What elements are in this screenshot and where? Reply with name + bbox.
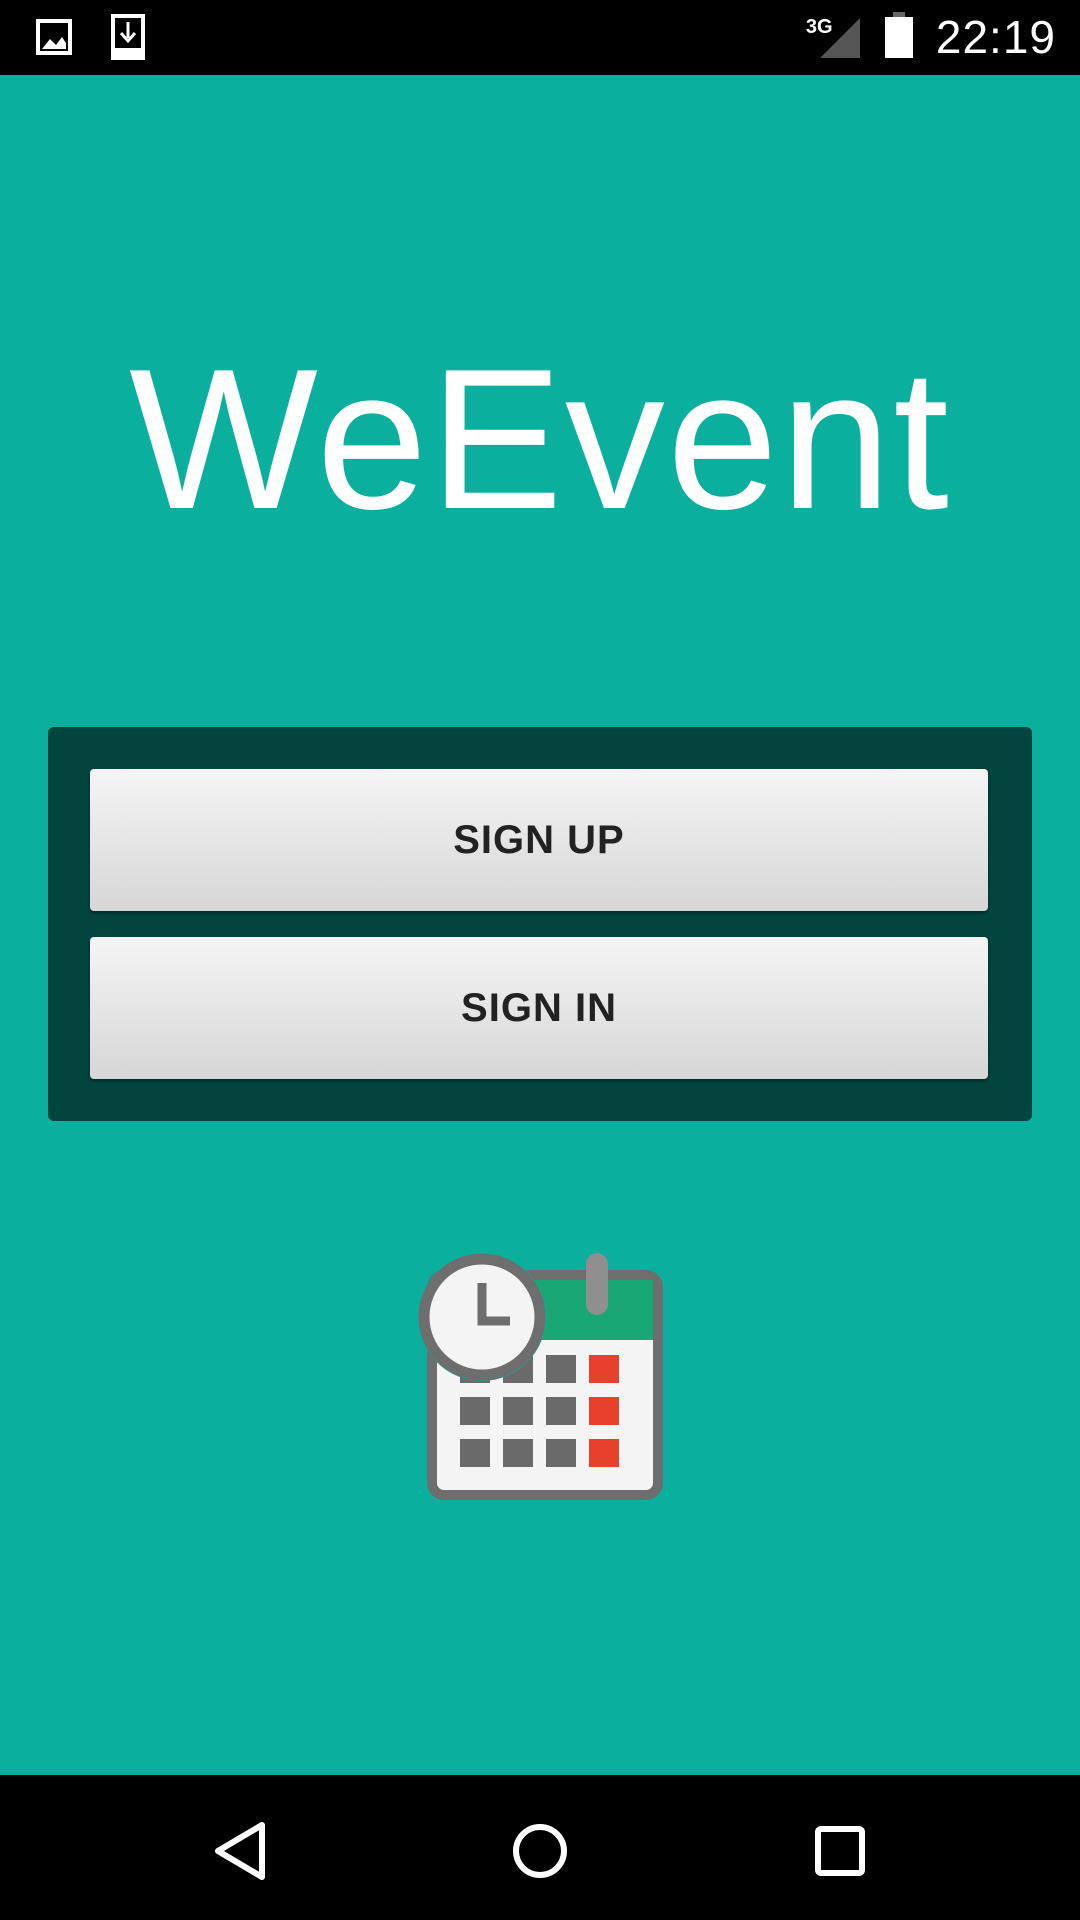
screen: 3G 22:19 WeEvent SIGN UP SIGN IN — [0, 0, 1080, 1920]
navigation-bar — [0, 1775, 1080, 1920]
download-notification-icon — [110, 14, 146, 65]
status-bar: 3G 22:19 — [0, 0, 1080, 75]
calendar-clock-icon — [410, 1245, 670, 1505]
sign-in-button[interactable]: SIGN IN — [90, 937, 988, 1079]
auth-panel: SIGN UP SIGN IN — [48, 727, 1032, 1121]
signal-indicator: 3G — [805, 14, 862, 60]
image-notification-icon — [36, 19, 72, 60]
home-icon[interactable] — [500, 1811, 580, 1891]
battery-icon — [884, 11, 914, 63]
back-icon[interactable] — [200, 1811, 280, 1891]
app-title: WeEvent — [129, 328, 951, 551]
notification-icons — [36, 14, 146, 65]
recents-icon[interactable] — [800, 1811, 880, 1891]
system-status: 3G 22:19 — [805, 10, 1056, 64]
status-time: 22:19 — [935, 11, 1056, 63]
network-type-label: 3G — [805, 16, 833, 38]
sign-up-button[interactable]: SIGN UP — [90, 769, 988, 911]
